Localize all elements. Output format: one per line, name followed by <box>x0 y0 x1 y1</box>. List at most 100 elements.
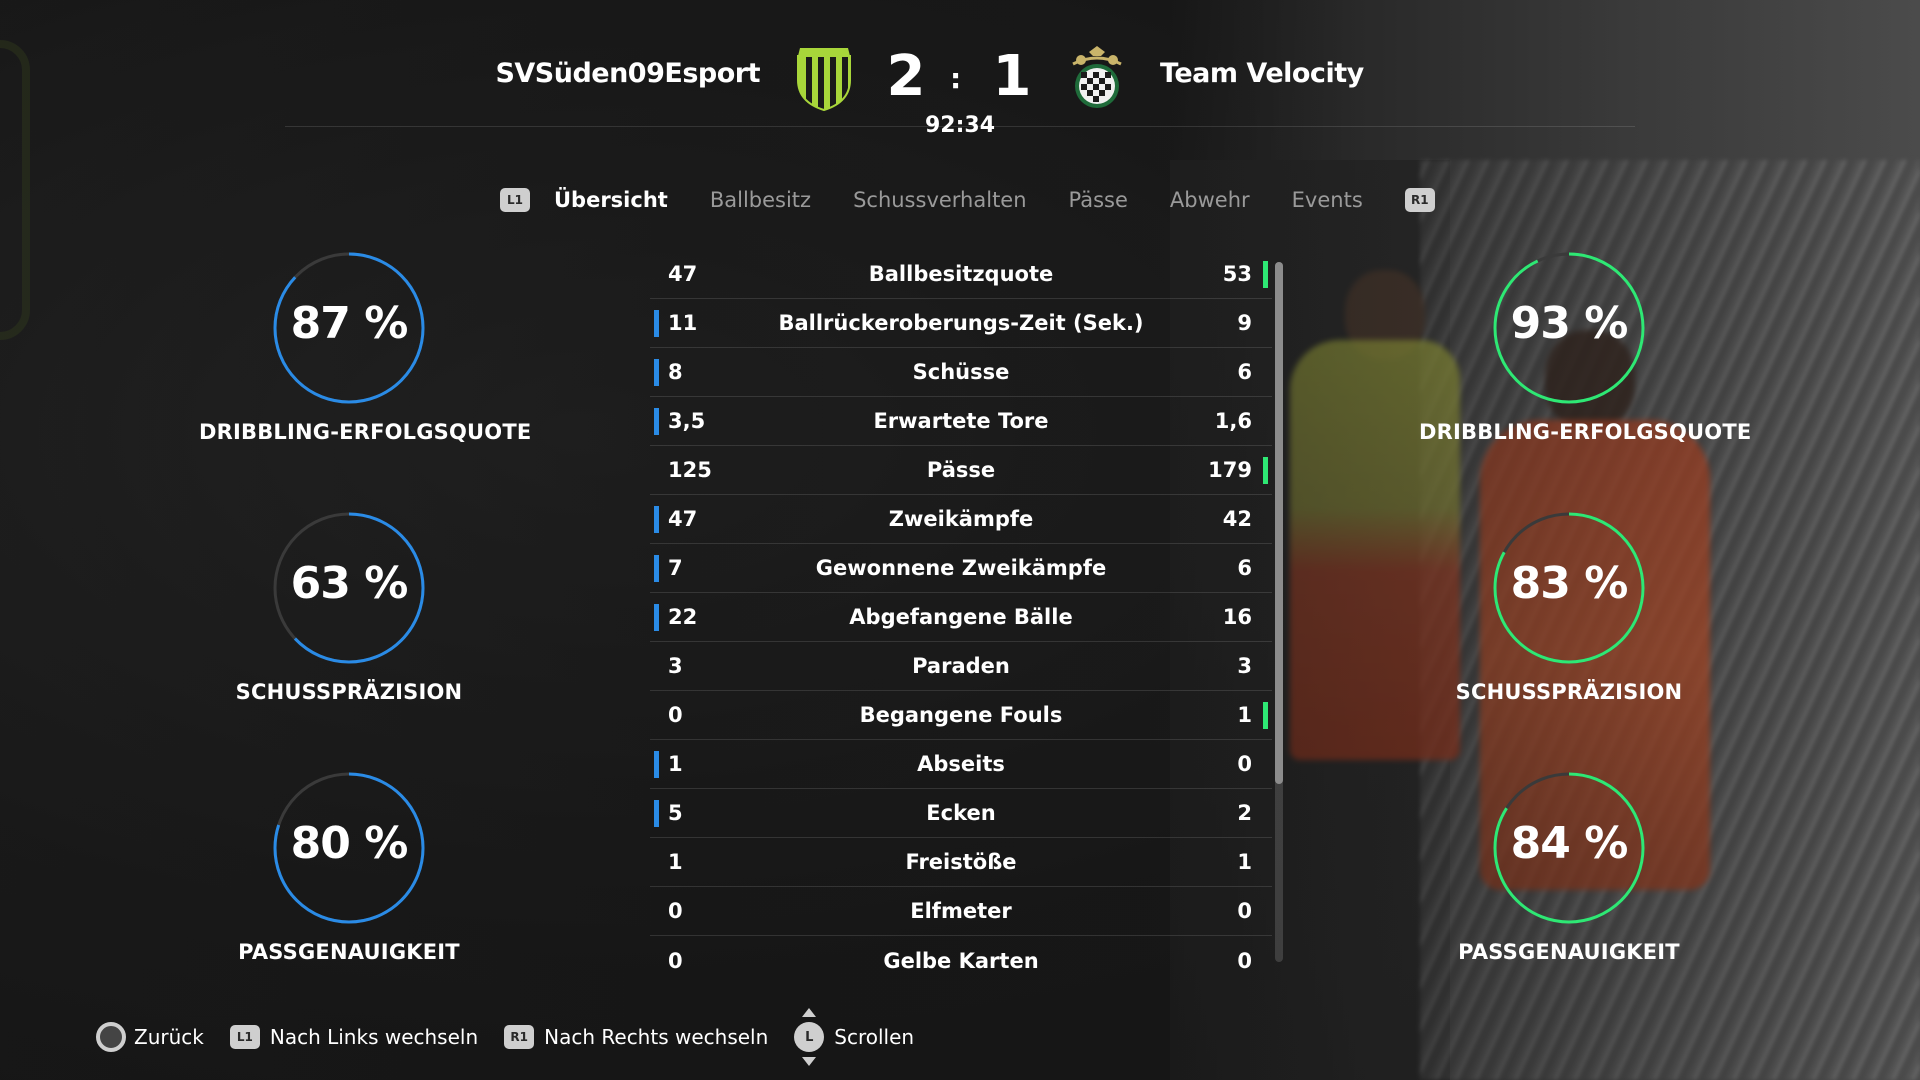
stat-name: Ecken <box>926 801 996 825</box>
stat-row: 47 Zweikämpfe 42 <box>650 495 1272 544</box>
home-gauge-shot-accuracy: 63 % SCHUSSPRÄZISION <box>199 510 499 704</box>
tab-uebersicht[interactable]: Übersicht <box>554 188 668 212</box>
gauge-value: 80 % <box>290 818 409 869</box>
gauge-label: PASSGENAUIGKEIT <box>238 940 460 964</box>
back-label: Zurück <box>134 1025 204 1049</box>
away-stat-value: 1 <box>1237 703 1252 727</box>
home-gauge-dribbling: 87 % DRIBBLING-ERFOLGSQUOTE <box>199 250 532 444</box>
away-stat-value: 0 <box>1237 899 1252 923</box>
stat-name: Schüsse <box>912 360 1010 384</box>
gauge-label: PASSGENAUIGKEIT <box>1458 940 1680 964</box>
stat-row: 125 Pässe 179 <box>650 446 1272 495</box>
away-gauge-shot-accuracy: 83 % SCHUSSPRÄZISION <box>1419 510 1719 704</box>
away-team-name: Team Velocity <box>1160 58 1364 89</box>
away-stat-value: 3 <box>1237 654 1252 678</box>
away-stat-value: 9 <box>1237 311 1252 335</box>
home-gauge-pass-accuracy: 80 % PASSGENAUIGKEIT <box>199 770 499 964</box>
away-stat-value: 179 <box>1208 458 1252 482</box>
tab-paesse[interactable]: Pässe <box>1069 188 1128 212</box>
stat-name: Zweikämpfe <box>888 507 1034 531</box>
checkered-crest-icon <box>1067 46 1127 112</box>
score-separator: : <box>950 62 962 95</box>
switch-right-control[interactable]: R1 Nach Rechts wechseln <box>504 1025 768 1049</box>
stat-name: Erwartete Tore <box>873 409 1049 433</box>
gauge-label: SCHUSSPRÄZISION <box>235 680 463 704</box>
score-header: SVSüden09Esport 2 : 1 Team Velocity 92:3… <box>0 0 1920 140</box>
tab-ballbesitz[interactable]: Ballbesitz <box>710 188 811 212</box>
stat-row: 3 Paraden 3 <box>650 642 1272 691</box>
shield-striped-crest-icon <box>794 46 854 112</box>
stat-name: Ballrückeroberungs-Zeit (Sek.) <box>778 311 1144 335</box>
stat-name: Paraden <box>912 654 1010 678</box>
home-team-name: SVSüden09Esport <box>495 58 760 89</box>
stat-name: Abseits <box>917 752 1005 776</box>
stat-row: 0 Gelbe Karten 0 <box>650 936 1272 985</box>
away-leader-bar <box>1263 457 1268 484</box>
home-score: 2 <box>886 44 926 109</box>
away-stat-value: 1 <box>1237 850 1252 874</box>
away-stat-value: 0 <box>1237 752 1252 776</box>
stat-row: 7 Gewonnene Zweikämpfe 6 <box>650 544 1272 593</box>
footer-controls: Zurück L1 Nach Links wechseln R1 Nach Re… <box>96 1008 940 1066</box>
stat-name: Pässe <box>926 458 996 482</box>
away-leader-bar <box>1263 702 1268 729</box>
stat-row: 8 Schüsse 6 <box>650 348 1272 397</box>
stat-row: 11 Ballrückeroberungs-Zeit (Sek.) 9 <box>650 299 1272 348</box>
tab-events[interactable]: Events <box>1292 188 1363 212</box>
switch-left-control[interactable]: L1 Nach Links wechseln <box>229 1025 479 1049</box>
back-control[interactable]: Zurück <box>96 1022 204 1052</box>
stat-name: Begangene Fouls <box>859 703 1063 727</box>
tab-bar: L1 Übersicht Ballbesitz Schussverhalten … <box>500 182 1435 218</box>
away-stat-value: 53 <box>1222 262 1252 286</box>
away-stat-value: 6 <box>1237 360 1252 384</box>
tab-schussverhalten[interactable]: Schussverhalten <box>853 188 1026 212</box>
stat-name: Freistöße <box>905 850 1017 874</box>
away-stat-value: 0 <box>1237 948 1252 973</box>
gauge-value: 87 % <box>290 298 409 349</box>
stat-row: 22 Abgefangene Bälle 16 <box>650 593 1272 642</box>
stat-name: Gewonnene Zweikämpfe <box>815 556 1107 580</box>
tab-abwehr[interactable]: Abwehr <box>1170 188 1250 212</box>
left-stick-badge: L <box>794 1022 825 1052</box>
stat-name: Elfmeter <box>910 899 1012 923</box>
r1-button-icon: R1 <box>504 1025 535 1049</box>
gauge-label: SCHUSSPRÄZISION <box>1455 680 1683 704</box>
away-stat-value: 16 <box>1222 605 1252 629</box>
stats-scrollbar-thumb[interactable] <box>1275 262 1283 784</box>
gauge-value: 84 % <box>1510 818 1629 869</box>
gauge-label: DRIBBLING-ERFOLGSQUOTE <box>1419 420 1752 444</box>
stat-row: 47 Ballbesitzquote 53 <box>650 250 1272 299</box>
away-leader-bar <box>1263 261 1268 288</box>
stat-row: 1 Abseits 0 <box>650 740 1272 789</box>
stat-row: 0 Begangene Fouls 1 <box>650 691 1272 740</box>
stat-row: 5 Ecken 2 <box>650 789 1272 838</box>
arrow-down-icon <box>802 1057 817 1066</box>
header-divider <box>285 126 1635 127</box>
gauge-value: 83 % <box>1510 558 1629 609</box>
stats-table: 47 Ballbesitzquote 53 11 Ballrückeroberu… <box>650 250 1272 985</box>
gauge-label: DRIBBLING-ERFOLGSQUOTE <box>199 420 532 444</box>
l1-button-icon[interactable]: L1 <box>500 188 530 212</box>
circle-button-icon <box>96 1022 126 1052</box>
gauge-value: 63 % <box>290 558 409 609</box>
stat-row: 0 Elfmeter 0 <box>650 887 1272 936</box>
away-stat-value: 2 <box>1237 801 1252 825</box>
switch-right-label: Nach Rechts wechseln <box>544 1025 769 1049</box>
gauge-value: 93 % <box>1510 298 1629 349</box>
stat-name: Abgefangene Bälle <box>849 605 1073 629</box>
switch-left-label: Nach Links wechseln <box>269 1025 479 1049</box>
scroll-control[interactable]: L Scrollen <box>794 1008 915 1066</box>
arrow-up-icon <box>802 1008 817 1017</box>
away-score: 1 <box>992 44 1032 109</box>
scroll-label: Scrollen <box>834 1025 915 1049</box>
away-gauge-dribbling: 93 % DRIBBLING-ERFOLGSQUOTE <box>1419 250 1752 444</box>
stat-row: 1 Freistöße 1 <box>650 838 1272 887</box>
stat-row: 3,5 Erwartete Tore 1,6 <box>650 397 1272 446</box>
l1-button-icon: L1 <box>229 1025 260 1049</box>
stat-name: Ballbesitzquote <box>868 262 1054 286</box>
r1-button-icon[interactable]: R1 <box>1404 188 1435 212</box>
away-stat-value: 6 <box>1237 556 1252 580</box>
away-stat-value: 42 <box>1222 507 1252 531</box>
stat-name: Gelbe Karten <box>883 948 1039 973</box>
left-stick-icon: L <box>794 1008 825 1066</box>
